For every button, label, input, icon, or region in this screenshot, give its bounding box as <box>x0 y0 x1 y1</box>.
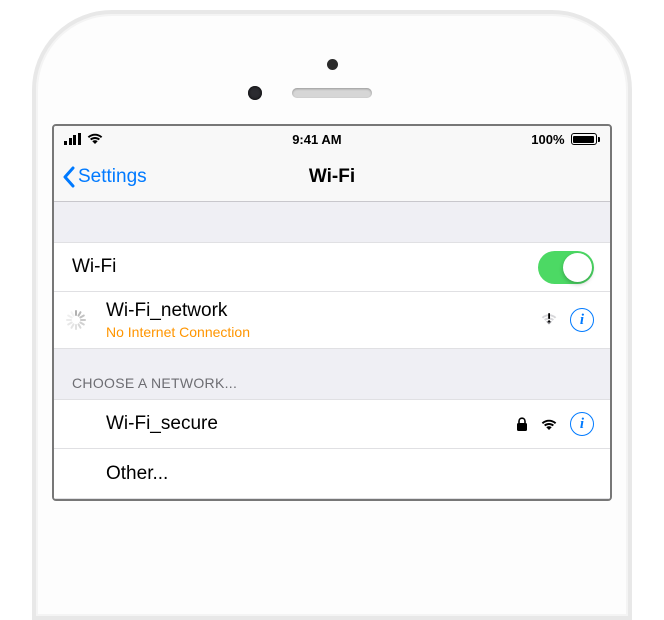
side-buttons-right <box>631 244 632 304</box>
wifi-toggle-row: Wi-Fi <box>54 242 610 292</box>
side-buttons-left <box>32 204 33 396</box>
other-network-row[interactable]: Other... <box>54 449 610 499</box>
nav-bar: Settings Wi-Fi <box>54 152 610 202</box>
wifi-status-icon <box>87 133 103 145</box>
status-time: 9:41 AM <box>292 132 341 147</box>
current-network-name: Wi-Fi_network <box>106 300 540 322</box>
chevron-left-icon <box>62 166 76 188</box>
info-button[interactable]: i <box>570 308 594 332</box>
wifi-signal-icon <box>540 417 558 431</box>
battery-percentage: 100% <box>531 132 564 147</box>
back-label: Settings <box>78 166 147 188</box>
earpiece-speaker <box>292 88 372 98</box>
current-network-row[interactable]: Wi-Fi_network No Internet Connection i <box>54 292 610 349</box>
choose-network-header: CHOOSE A NETWORK... <box>54 349 610 399</box>
phone-frame: 9:41 AM 100% Settings Wi-Fi Wi-Fi <box>32 10 632 620</box>
screen: 9:41 AM 100% Settings Wi-Fi Wi-Fi <box>52 124 612 501</box>
battery-icon <box>571 133 601 145</box>
wifi-weak-signal-icon <box>540 312 558 328</box>
hardware-top <box>52 34 612 124</box>
network-name: Wi-Fi_secure <box>106 413 516 435</box>
network-row[interactable]: Wi-Fi_secure i <box>54 399 610 449</box>
front-camera <box>248 86 262 100</box>
status-bar: 9:41 AM 100% <box>54 126 610 152</box>
other-network-label: Other... <box>106 463 594 485</box>
wifi-toggle-label: Wi-Fi <box>72 256 538 278</box>
cellular-signal-icon <box>64 133 81 145</box>
section-gap <box>54 202 610 242</box>
back-button[interactable]: Settings <box>62 166 147 188</box>
info-button[interactable]: i <box>570 412 594 436</box>
wifi-toggle-switch[interactable] <box>538 251 594 284</box>
top-sensor <box>327 59 338 70</box>
current-network-status: No Internet Connection <box>106 324 540 340</box>
lock-icon <box>516 417 528 432</box>
loading-spinner-icon <box>65 309 87 331</box>
